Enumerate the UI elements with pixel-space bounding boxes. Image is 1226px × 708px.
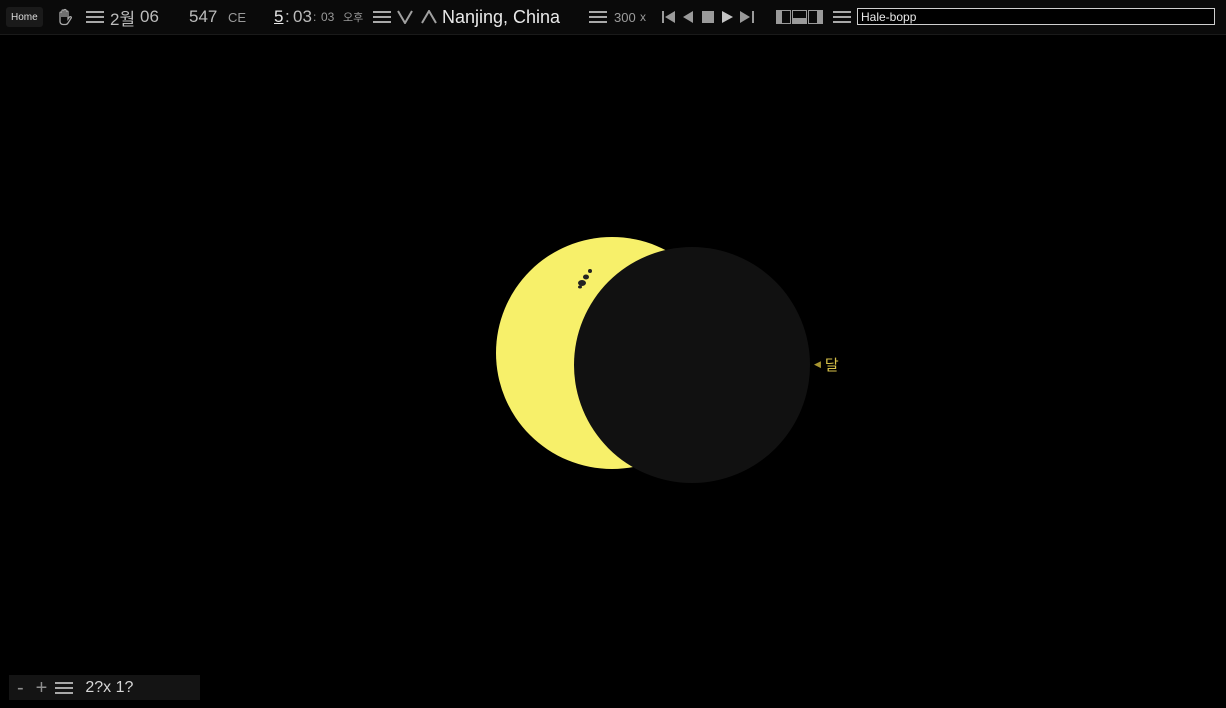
menu-icon — [589, 10, 607, 24]
planetarium-app: Home 2월 06 547 CE 5 : 03 : 03 오후 Nanjing… — [0, 0, 1226, 708]
skip-forward-icon[interactable] — [740, 0, 754, 34]
date-menu-button[interactable] — [86, 0, 104, 34]
search-menu-button[interactable] — [833, 0, 851, 34]
menu-icon — [833, 10, 851, 24]
moon-disc[interactable] — [574, 247, 810, 483]
step-back-icon[interactable] — [683, 0, 693, 34]
year-field[interactable]: 547 — [189, 0, 217, 34]
hour-separator: : — [285, 7, 290, 26]
menu-icon — [373, 10, 391, 24]
time-menu-button[interactable] — [373, 0, 391, 34]
minute-field[interactable]: 03 — [293, 0, 312, 34]
pointer-triangle-icon: ◀ — [814, 359, 821, 369]
ampm-field[interactable]: 오후 — [343, 0, 363, 34]
hour-field[interactable]: 5 — [274, 0, 283, 34]
menu-icon — [55, 681, 74, 695]
zoom-controls: - + 2?x 1? — [9, 675, 200, 700]
chevron-down-icon[interactable] — [397, 0, 413, 34]
hand-icon[interactable] — [55, 0, 75, 34]
sky-view[interactable]: ◀ 달 — [0, 35, 1226, 708]
field-of-view-text: 2?x 1? — [85, 678, 134, 696]
minute-separator: : — [313, 10, 317, 24]
home-button[interactable]: Home — [6, 7, 43, 27]
search-input[interactable] — [857, 8, 1215, 25]
moon-label[interactable]: ◀ 달 — [814, 354, 839, 375]
speed-menu-button[interactable] — [589, 0, 607, 34]
stop-icon[interactable] — [702, 0, 714, 34]
layout-right-panel-icon[interactable] — [808, 0, 823, 34]
day-field[interactable]: 06 — [140, 0, 159, 34]
month-field[interactable]: 2월 — [110, 0, 135, 34]
era-field[interactable]: CE — [228, 0, 246, 34]
zoom-in-button[interactable]: + — [36, 678, 48, 698]
top-toolbar: Home 2월 06 547 CE 5 : 03 : 03 오후 Nanjing… — [0, 0, 1226, 35]
second-field[interactable]: 03 — [321, 0, 334, 34]
zoom-out-button[interactable]: - — [17, 678, 24, 698]
speed-unit: x — [640, 10, 646, 24]
play-icon[interactable] — [722, 0, 733, 34]
layout-left-panel-icon[interactable] — [776, 0, 791, 34]
skip-back-icon[interactable] — [662, 0, 676, 34]
menu-icon — [86, 10, 104, 24]
speed-value[interactable]: 300 — [614, 0, 636, 34]
layout-bottom-panel-icon[interactable] — [792, 0, 807, 34]
chevron-up-icon[interactable] — [421, 0, 437, 34]
fov-menu-button[interactable] — [55, 681, 74, 695]
location-field[interactable]: Nanjing, China — [442, 0, 560, 34]
moon-label-text: 달 — [824, 357, 839, 374]
